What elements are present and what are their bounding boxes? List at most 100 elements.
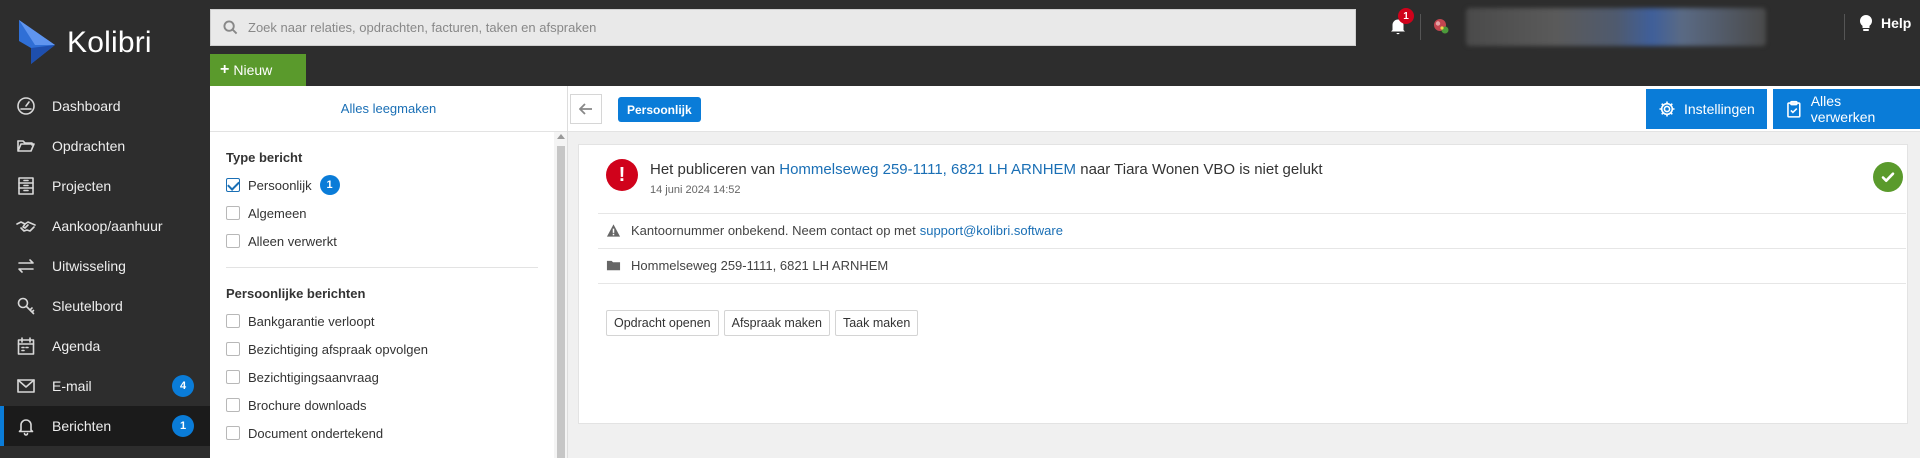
personal-section-title: Persoonlijke berichten [226,286,366,301]
warning-text: Kantoornummer onbekend. Neem contact op … [631,223,916,238]
filter-option-label: Bezichtigingsaanvraag [248,369,379,385]
section-divider [226,267,538,268]
process-all-button-label: Alles verwerken [1810,93,1876,125]
message-actions: Opdracht openen Afspraak maken Taak make… [606,310,919,336]
clear-all-filters-link[interactable]: Alles leegmaken [341,101,436,116]
type-section-title: Type bericht [226,150,303,165]
card-divider [598,248,1906,249]
user-info-redacted [1466,8,1766,46]
search-input[interactable] [248,20,1328,35]
search-icon [223,20,238,35]
message-address-link[interactable]: Hommelseweg 259-1111, 6821 LH ARNHEM [779,161,1076,178]
filter-option-persoonlijk[interactable]: Persoonlijk 1 [226,171,538,199]
berichten-count-badge: 1 [172,415,194,437]
sidebar-item-aankoop-aanhuur[interactable]: Aankoop/aanhuur [0,206,210,246]
checkbox[interactable] [226,398,240,412]
global-search[interactable] [210,9,1356,46]
clipboard-check-icon [1787,100,1801,118]
checkbox[interactable] [226,426,240,440]
kolibri-logo-icon [19,20,55,64]
exchange-arrows-icon [16,256,36,276]
lightbulb-icon [1859,14,1873,31]
address-row: Hommelseweg 259-1111, 6821 LH ARNHEM [606,258,888,273]
help-button[interactable]: Help [1857,14,1911,32]
app-logo[interactable]: Kolibri [0,0,210,86]
sidebar-item-berichten[interactable]: Berichten 1 [0,406,210,446]
message-title-prefix: Het publiceren van [650,161,776,178]
sidebar-item-label: Opdrachten [52,138,126,154]
filter-option-label: Bankgarantie verloopt [248,313,375,329]
notification-count-badge: 1 [1398,8,1414,24]
open-assignment-button[interactable]: Opdracht openen [606,310,719,336]
sidebar-item-opdrachten[interactable]: Opdrachten [0,126,210,166]
make-task-button[interactable]: Taak maken [834,310,919,336]
filter-option-bezichtigingsaanvraag[interactable]: Bezichtigingsaanvraag [226,363,538,391]
settings-button-label: Instellingen [1684,101,1755,117]
message-card: ! Het publiceren van Hommelseweg 259-111… [578,144,1908,424]
checkbox[interactable] [226,370,240,384]
settings-button[interactable]: Instellingen [1646,89,1767,129]
filter-option-bankgarantie[interactable]: Bankgarantie verloopt [226,307,538,335]
process-all-button[interactable]: Alles verwerken [1773,89,1920,129]
sidebar-item-email[interactable]: E-mail 4 [0,366,210,406]
dashboard-gauge-icon [16,96,36,116]
scroll-up-arrow-icon[interactable] [557,134,565,139]
sidebar-item-label: Uitwisseling [52,258,126,274]
filter-option-brochure-downloads[interactable]: Brochure downloads [226,391,538,419]
sidebar-item-uitwisseling[interactable]: Uitwisseling [0,246,210,286]
filter-option-label: Document ondertekend [248,425,384,441]
new-button[interactable]: + Nieuw [210,54,306,86]
warning-triangle-icon [606,224,621,237]
filter-option-bezichtiging-opvolgen[interactable]: Bezichtiging afspraak opvolgen [226,335,538,363]
topbar: + Nieuw 1 Help [210,0,1920,86]
plus-icon: + [220,61,230,78]
address-text: Hommelseweg 259-1111, 6821 LH ARNHEM [631,258,889,273]
filter-option-label: Algemeen [248,205,307,221]
sidebar-item-label: Sleutelbord [52,298,123,314]
filter-count-badge: 1 [319,175,340,195]
checkbox[interactable] [226,206,240,220]
filter-option-label: Bezichtiging afspraak opvolgen [248,341,428,357]
sidebar-item-agenda[interactable]: Agenda [0,326,210,366]
sidebar-item-label: Projecten [52,178,112,194]
card-divider [598,283,1906,284]
sidebar: Kolibri Dashboard Opdrachten Projecten A… [0,0,210,458]
sidebar-item-projecten[interactable]: Projecten [0,166,210,206]
bell-icon [16,416,36,436]
sidebar-item-dashboard[interactable]: Dashboard [0,86,210,126]
arrow-left-icon [579,103,592,115]
filter-panel: Alles leegmaken Type bericht Persoonlijk… [210,86,568,458]
checkbox-checked[interactable] [226,178,240,192]
back-button[interactable] [570,94,602,124]
filter-option-algemeen[interactable]: Algemeen [226,199,538,227]
filter-header: Alles leegmaken [210,86,567,132]
checkbox[interactable] [226,342,240,356]
active-filter-chip[interactable]: Persoonlijk [618,97,701,122]
filter-option-label: Brochure downloads [248,397,367,413]
calendar-icon [16,336,36,356]
user-avatar-icon[interactable] [1431,16,1451,36]
help-label: Help [1881,15,1912,31]
card-divider [598,213,1906,214]
new-button-label: Nieuw [233,62,273,78]
mark-processed-check-icon[interactable] [1873,162,1903,192]
filter-option-label: Alleen verwerkt [248,233,337,249]
filter-scrollbar[interactable] [554,132,567,458]
filter-option-label: Persoonlijk [248,177,312,193]
sidebar-item-sleutelbord[interactable]: Sleutelbord [0,286,210,326]
message-toolbar: Persoonlijk Instellingen Alles verwerken [568,86,1920,132]
checkbox[interactable] [226,234,240,248]
app-name: Kolibri [67,26,152,59]
support-email-link[interactable]: support@kolibri.software [920,223,1063,238]
filter-list[interactable]: Type bericht Persoonlijk 1 Algemeen Alle… [210,132,554,458]
scrollbar-thumb[interactable] [557,146,565,458]
checkbox[interactable] [226,314,240,328]
make-appointment-button[interactable]: Afspraak maken [723,310,830,336]
message-title: Het publiceren van Hommelseweg 259-1111,… [650,161,1323,178]
sidebar-item-label: Berichten [52,418,112,434]
key-icon [16,296,36,316]
gear-icon [1659,101,1675,117]
filter-option-alleen-verwerkt[interactable]: Alleen verwerkt [226,227,538,255]
filter-option-document-ondertekend[interactable]: Document ondertekend [226,419,538,447]
warning-row: Kantoornummer onbekend. Neem contact op … [606,223,1063,238]
